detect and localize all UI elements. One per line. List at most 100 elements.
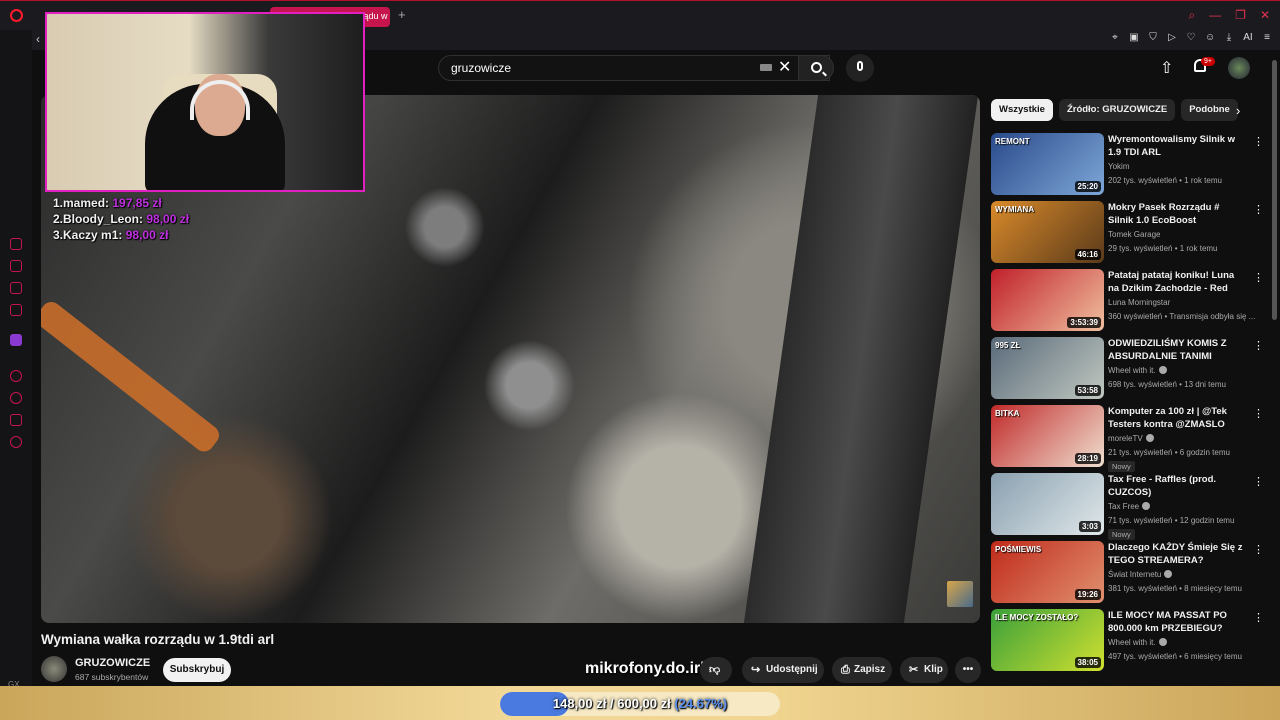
profile-icon[interactable]: ☺ — [1205, 32, 1215, 43]
recommendation-title[interactable]: Wyremontowalismy Silnik w 1.9 TDI ARL — [1108, 133, 1245, 159]
recommendation-item[interactable]: 995 ZŁ 53:58 ODWIEDZILIŚMY KOMIS Z ABSURDA… — [991, 335, 1264, 399]
clip-button[interactable]: ✂ Klip — [900, 657, 948, 683]
recommendation-channel[interactable]: Luna Morningstar — [1108, 298, 1170, 307]
voice-search-button[interactable] — [846, 54, 874, 82]
heart-icon[interactable]: ♡ — [1186, 32, 1196, 43]
new-tab-button[interactable]: + — [398, 7, 406, 22]
aria-ai-button[interactable]: AI — [1243, 32, 1253, 43]
streamer-webcam — [45, 12, 365, 192]
chip-related[interactable]: Podobne — [1181, 99, 1238, 121]
recommendation-item[interactable]: 3:53:39 Patataj patataj koniku! Luna na D… — [991, 267, 1264, 331]
gx-control-icon[interactable] — [10, 238, 22, 250]
video-thumbnail[interactable]: REMONT 25:20 — [991, 133, 1104, 195]
recommendation-meta: 360 wyświetleń • Transmisja odbyła się .… — [1108, 312, 1256, 321]
opera-logo-icon[interactable] — [10, 9, 23, 22]
kebab-menu-icon[interactable]: ⋮ — [1253, 407, 1264, 420]
recommendation-channel[interactable]: Świat Internetu — [1108, 570, 1173, 579]
window-controls: ⌕ — ❐ ✕ — [1188, 8, 1270, 23]
kebab-menu-icon[interactable]: ⋮ — [1253, 339, 1264, 352]
kebab-menu-icon[interactable]: ⋮ — [1253, 203, 1264, 216]
kebab-menu-icon[interactable]: ⋮ — [1253, 271, 1264, 284]
channel-avatar[interactable] — [41, 656, 67, 682]
recommendation-item[interactable]: 3:03 Tax Free - Raffles (prod. CUZCOS) Tax… — [991, 471, 1264, 540]
kebab-menu-icon[interactable]: ⋮ — [1253, 611, 1264, 624]
scrollbar[interactable] — [1272, 60, 1277, 320]
recommendation-title[interactable]: Tax Free - Raffles (prod. CUZCOS) — [1108, 473, 1245, 499]
music-icon[interactable] — [10, 304, 22, 316]
recommendation-title[interactable]: ODWIEDZILIŚMY KOMIS Z ABSURDALNIE TANIMI… — [1108, 337, 1245, 363]
recommendation-meta: 381 tys. wyświetleń • 8 miesięcy temu — [1108, 584, 1242, 593]
channel-watermark[interactable] — [947, 581, 973, 607]
gx-corner-icon[interactable] — [10, 260, 22, 272]
duration-badge: 46:16 — [1074, 249, 1101, 260]
recommendation-channel[interactable]: Wheel with it. — [1108, 366, 1167, 375]
recommendation-channel[interactable]: moreleTV — [1108, 434, 1154, 443]
kebab-menu-icon[interactable]: ⋮ — [1253, 135, 1264, 148]
subscribe-button[interactable]: Subskrybuj — [163, 658, 231, 682]
recommendation-channel[interactable]: Yokim — [1108, 162, 1130, 171]
video-thumbnail[interactable]: POŚMIEWIS 19:26 — [991, 541, 1104, 603]
clear-search-icon[interactable]: ✕ — [778, 57, 791, 77]
search-tabs-icon[interactable]: ⌕ — [1188, 8, 1195, 23]
recommendation-channel[interactable]: Wheel with it. — [1108, 638, 1167, 647]
recommendation-title[interactable]: Dlaczego KAŻDY Śmieje Się z TEGO STREAME… — [1108, 541, 1245, 567]
video-thumbnail[interactable]: WYMIANA 46:16 — [991, 201, 1104, 263]
twitch-icon[interactable] — [10, 334, 22, 346]
verified-icon — [1158, 366, 1167, 374]
share-button[interactable]: ↪ Udostępnij — [742, 657, 824, 683]
recommendation-title[interactable]: Komputer za 100 zł | @Tek Testers kontra… — [1108, 405, 1245, 431]
kebab-menu-icon[interactable]: ⋮ — [1253, 543, 1264, 556]
browser-sidebar: GX — [0, 30, 32, 690]
messenger-icon[interactable] — [10, 282, 22, 294]
recommendation-item[interactable]: BITKA 28:19 Komputer za 100 zł | @Tek Test… — [991, 403, 1264, 472]
pin-icon[interactable]: ⌖ — [1110, 32, 1120, 43]
recommendation-item[interactable]: REMONT 25:20 Wyremontowalismy Silnik w 1.9… — [991, 131, 1264, 195]
video-thumbnail[interactable]: ILE MOCY ZOSTAŁO? 38:05 — [991, 609, 1104, 671]
duration-badge: 19:26 — [1074, 589, 1101, 600]
back-arrow-icon[interactable]: ‹ — [36, 32, 40, 46]
search-button[interactable] — [798, 55, 834, 81]
clock-icon[interactable] — [10, 392, 22, 404]
extensions-icon[interactable] — [10, 414, 22, 426]
save-button[interactable]: ⎙ Zapisz — [832, 657, 892, 683]
recommendation-title[interactable]: ILE MOCY MA PASSAT PO 800.000 km PRZEBIE… — [1108, 609, 1245, 635]
video-thumbnail[interactable]: BITKA 28:19 — [991, 405, 1104, 467]
video-thumbnail[interactable]: 995 ZŁ 53:58 — [991, 337, 1104, 399]
account-avatar[interactable] — [1228, 57, 1250, 79]
subscriber-count: 687 subskrybentów — [75, 672, 149, 682]
keyboard-icon[interactable] — [760, 64, 772, 71]
shield-icon[interactable]: ⛉ — [1148, 32, 1158, 43]
verified-icon — [1158, 638, 1167, 646]
video-thumbnail[interactable]: 3:53:39 — [991, 269, 1104, 331]
recommendation-item[interactable]: POŚMIEWIS 19:26 Dlaczego KAŻDY Śmieje Się … — [991, 539, 1264, 603]
goal-text: 148,00 zł / 600,00 zł (24.67%) — [552, 696, 728, 711]
recommendation-channel[interactable]: Tax Free — [1108, 502, 1151, 511]
channel-name[interactable]: GRUZOWICZE — [75, 657, 150, 669]
thumbs-down-icon: 👎︎ — [709, 664, 721, 676]
duration-badge: 25:20 — [1074, 181, 1101, 192]
recommendation-meta: 497 tys. wyświetleń • 6 miesięcy temu — [1108, 652, 1242, 661]
camera-icon[interactable]: ▣ — [1129, 32, 1139, 43]
play-icon[interactable]: ▷ — [1167, 32, 1177, 43]
menu-icon[interactable]: ≡ — [1262, 32, 1272, 43]
recommendation-channel[interactable]: Tomek Garage — [1108, 230, 1160, 239]
dislike-button[interactable]: 👎︎ — [700, 657, 732, 683]
upload-icon[interactable]: ⇧ — [1160, 58, 1173, 78]
recommendation-title[interactable]: Patataj patataj koniku! Luna na Dzikim Z… — [1108, 269, 1245, 295]
kebab-menu-icon[interactable]: ⋮ — [1253, 475, 1264, 488]
recommendation-title[interactable]: Mokry Pasek Rozrządu # Silnik 1.0 EcoBoo… — [1108, 201, 1245, 227]
download-icon[interactable]: ⤓ — [1224, 32, 1234, 43]
settings-icon[interactable] — [10, 436, 22, 448]
recommendation-item[interactable]: ILE MOCY ZOSTAŁO? 38:05 ILE MOCY MA PASSAT… — [991, 607, 1264, 671]
maximize-button[interactable]: ❐ — [1235, 8, 1246, 23]
close-window-button[interactable]: ✕ — [1260, 8, 1270, 23]
video-title: Wymiana wałka rozrządu w 1.9tdi arl — [41, 632, 275, 647]
video-thumbnail[interactable]: 3:03 — [991, 473, 1104, 535]
history-icon[interactable] — [10, 370, 22, 382]
chevron-right-icon[interactable]: › — [1236, 103, 1240, 118]
chip-from-channel[interactable]: Źródło: GRUZOWICZE — [1058, 99, 1176, 121]
more-actions-button[interactable]: ••• — [955, 657, 981, 683]
chip-all[interactable]: Wszystkie — [991, 99, 1053, 121]
minimize-button[interactable]: — — [1209, 8, 1221, 23]
recommendation-item[interactable]: WYMIANA 46:16 Mokry Pasek Rozrządu # Silni… — [991, 199, 1264, 263]
